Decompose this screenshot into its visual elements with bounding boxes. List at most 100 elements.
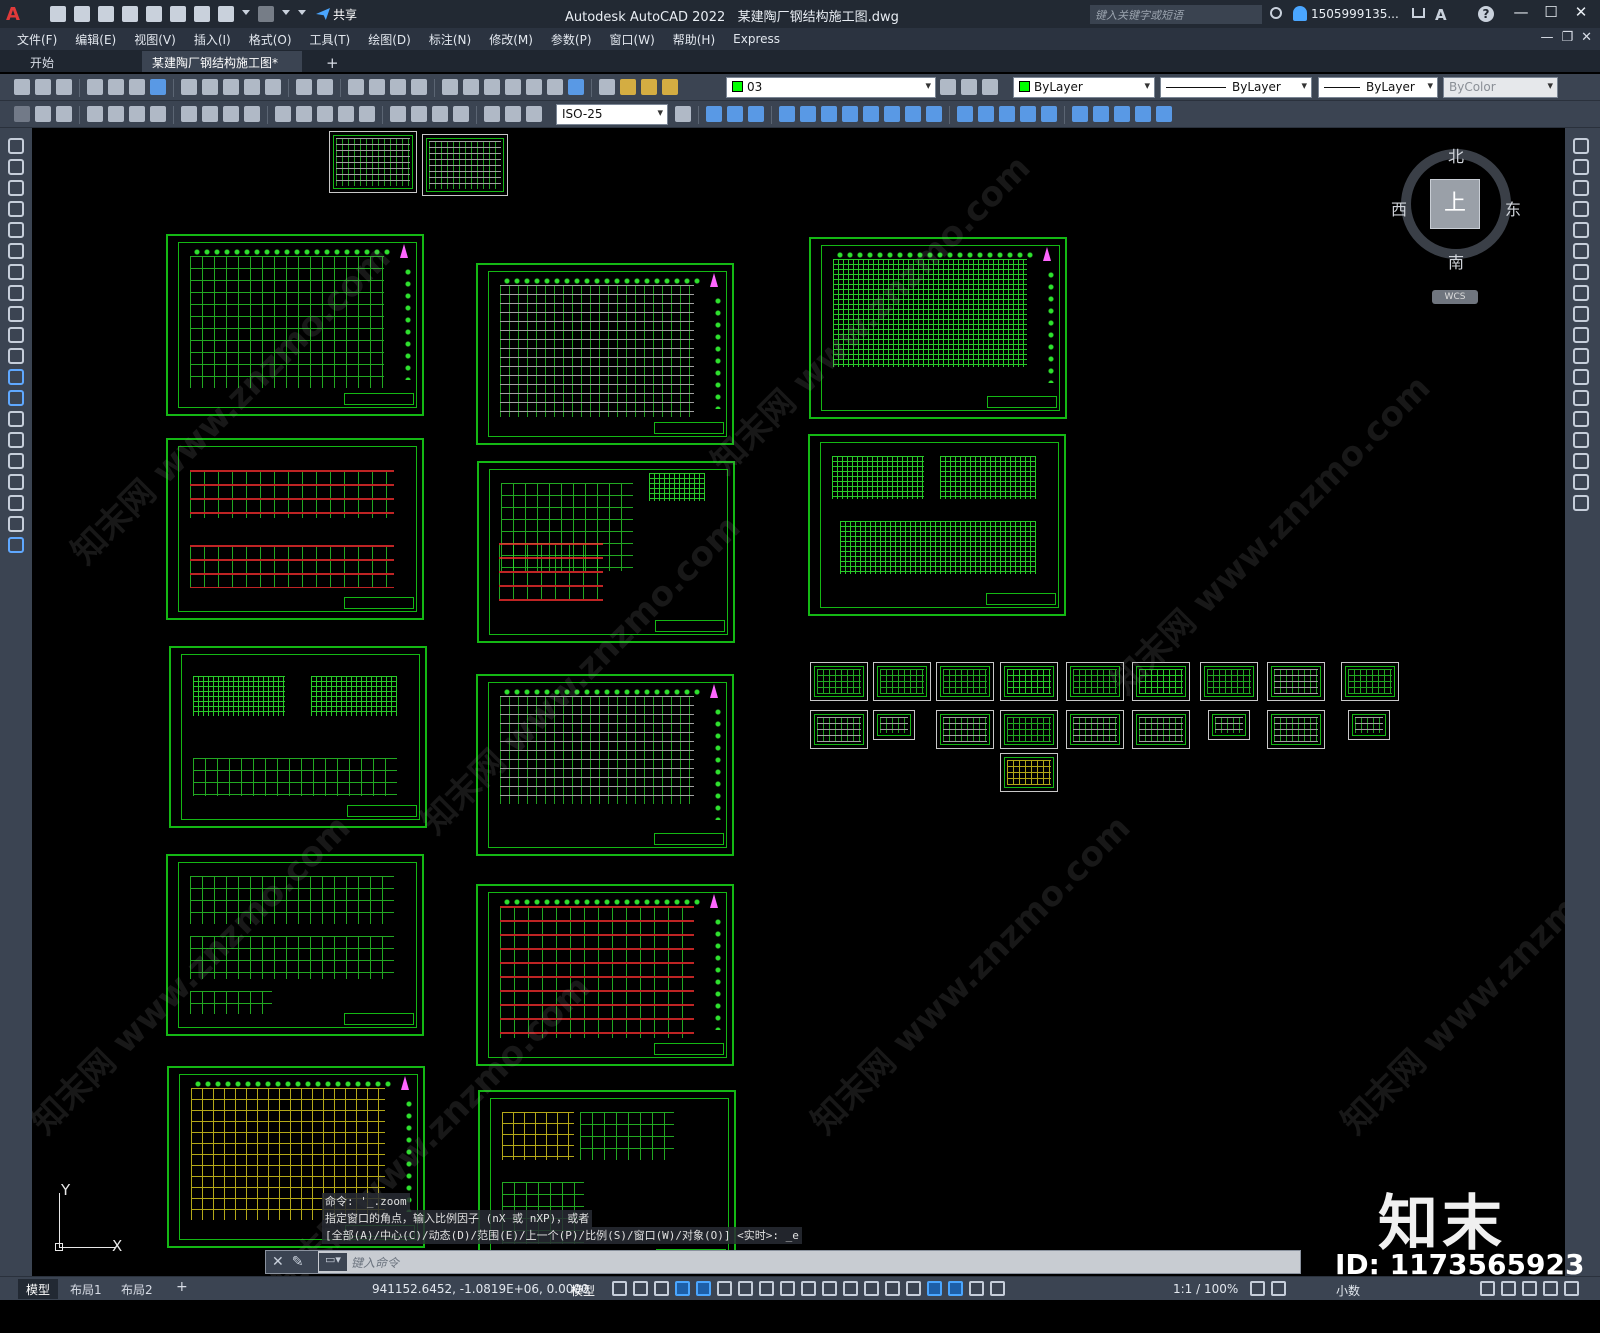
grid-icon[interactable]	[612, 1281, 627, 1296]
dim-edit-icon[interactable]	[484, 106, 500, 122]
wcs-menu-button[interactable]: WCS	[1432, 290, 1478, 304]
customize-command-icon[interactable]: ✎	[292, 1254, 304, 1270]
dim-angular-icon[interactable]	[244, 106, 260, 122]
autocad-logo-icon[interactable]: A	[6, 3, 28, 25]
drawing-sheet[interactable]	[1066, 662, 1124, 701]
isolate-objects-icon[interactable]	[1522, 1281, 1537, 1296]
plot-icon[interactable]	[87, 79, 103, 95]
help-icon[interactable]	[568, 79, 584, 95]
quick-dim-icon[interactable]	[275, 106, 291, 122]
drawing-sheet[interactable]	[478, 1090, 736, 1272]
paste-icon[interactable]	[223, 79, 239, 95]
layer-previous-icon[interactable]	[961, 79, 977, 95]
plotstyle-dropdown[interactable]: ByColor	[1443, 77, 1558, 98]
clean-icon[interactable]	[1135, 106, 1151, 122]
point-icon[interactable]	[8, 411, 24, 427]
publish-icon[interactable]	[129, 79, 145, 95]
rotate-icon[interactable]	[1573, 264, 1589, 280]
tab-layout2[interactable]: 布局2	[113, 1279, 161, 1299]
isodraft-icon[interactable]	[738, 1281, 753, 1296]
3d-dwf-icon[interactable]	[150, 79, 166, 95]
model-space-toggle[interactable]: 模型	[571, 1282, 595, 1299]
table-icon[interactable]	[8, 495, 24, 511]
user-name[interactable]: 1505999135...	[1311, 7, 1399, 21]
drawing-sheet[interactable]	[809, 237, 1067, 419]
quick-properties-icon[interactable]	[1480, 1281, 1495, 1296]
dim-continue-icon[interactable]	[317, 106, 333, 122]
menu-edit[interactable]: 编辑(E)	[75, 31, 116, 48]
drawing-sheet[interactable]	[873, 710, 915, 740]
search-input[interactable]: 键入关键字或短语	[1090, 5, 1262, 24]
drawing-sheet[interactable]	[808, 434, 1066, 616]
slice-icon[interactable]	[821, 106, 837, 122]
pan-icon[interactable]	[348, 79, 364, 95]
layer-on-icon[interactable]	[620, 79, 636, 95]
annotation-scale-readout[interactable]: 1:1 / 100%	[1173, 1282, 1238, 1296]
drawing-sheet[interactable]	[476, 674, 734, 856]
menu-parametric[interactable]: 参数(P)	[551, 31, 592, 48]
layer-lock-icon[interactable]	[662, 79, 678, 95]
menu-file[interactable]: 文件(F)	[17, 31, 57, 48]
dim-ordinate-icon[interactable]	[150, 106, 166, 122]
shell-icon[interactable]	[1093, 106, 1109, 122]
infer-constraints-icon[interactable]	[654, 1281, 669, 1296]
trim-icon[interactable]	[1573, 327, 1589, 343]
open-file-icon[interactable]	[74, 6, 90, 22]
customize-qat-icon[interactable]	[298, 10, 306, 18]
calculator-icon[interactable]	[547, 79, 563, 95]
menu-modify[interactable]: 修改(M)	[489, 31, 533, 48]
dim-linear-icon[interactable]	[87, 106, 103, 122]
cart-icon[interactable]	[1412, 8, 1425, 18]
drawing-sheet[interactable]	[810, 710, 868, 749]
undo-dropdown-icon[interactable]	[242, 10, 250, 18]
drawing-sheet[interactable]	[169, 646, 427, 828]
sheet-set-icon[interactable]	[505, 79, 521, 95]
stretch-icon[interactable]	[1573, 306, 1589, 322]
drawing-sheet[interactable]	[1066, 710, 1124, 749]
snap-icon[interactable]	[633, 1281, 648, 1296]
drawing-sheet[interactable]	[810, 662, 868, 701]
annotation-visibility-icon[interactable]	[948, 1281, 963, 1296]
region-icon[interactable]	[8, 474, 24, 490]
dim-text-edit-icon[interactable]	[505, 106, 521, 122]
dim-baseline-icon[interactable]	[296, 106, 312, 122]
clean-screen-icon[interactable]	[1564, 1281, 1579, 1296]
rotate-faces-icon[interactable]	[1041, 106, 1057, 122]
save-icon[interactable]	[56, 79, 72, 95]
drawing-sheet[interactable]	[1000, 710, 1058, 749]
rectangle-icon[interactable]	[8, 222, 24, 238]
delete-faces-icon[interactable]	[1020, 106, 1036, 122]
extend-icon[interactable]	[1573, 348, 1589, 364]
object-snap-tracking-icon[interactable]	[759, 1281, 774, 1296]
offset-faces-icon[interactable]	[999, 106, 1015, 122]
imprint-icon[interactable]	[926, 106, 942, 122]
autodesk-a360-icon[interactable]: A	[1435, 6, 1447, 24]
drawing-sheet[interactable]	[166, 438, 424, 620]
intersect-icon[interactable]	[748, 106, 764, 122]
fillet-icon[interactable]	[1573, 453, 1589, 469]
save-as-icon[interactable]	[122, 6, 138, 22]
units-readout[interactable]: 小数	[1336, 1282, 1360, 1299]
move-icon[interactable]	[1573, 243, 1589, 259]
properties-icon[interactable]	[442, 79, 458, 95]
drawing-sheet[interactable]	[1000, 753, 1058, 792]
array-icon[interactable]	[1573, 222, 1589, 238]
cut-icon[interactable]	[181, 79, 197, 95]
ellipse-arc-icon[interactable]	[8, 348, 24, 364]
add-layout-button[interactable]: +	[168, 1279, 196, 1299]
doc-close-icon[interactable]: ✕	[1581, 30, 1592, 45]
block-editor-icon[interactable]	[265, 79, 281, 95]
drawing-sheet[interactable]	[1348, 710, 1390, 740]
tab-model[interactable]: 模型	[18, 1279, 59, 1299]
layer-freeze-icon[interactable]	[641, 79, 657, 95]
move-faces-icon[interactable]	[978, 106, 994, 122]
redo-icon[interactable]	[317, 79, 333, 95]
open-web-icon[interactable]	[146, 6, 162, 22]
markup-icon[interactable]	[526, 79, 542, 95]
undo-icon[interactable]	[296, 79, 312, 95]
polyline-icon[interactable]	[8, 180, 24, 196]
layer-properties-icon[interactable]	[599, 79, 615, 95]
check-icon[interactable]	[1114, 106, 1130, 122]
menu-dimension[interactable]: 标注(N)	[429, 31, 471, 48]
dim-radius-icon[interactable]	[181, 106, 197, 122]
